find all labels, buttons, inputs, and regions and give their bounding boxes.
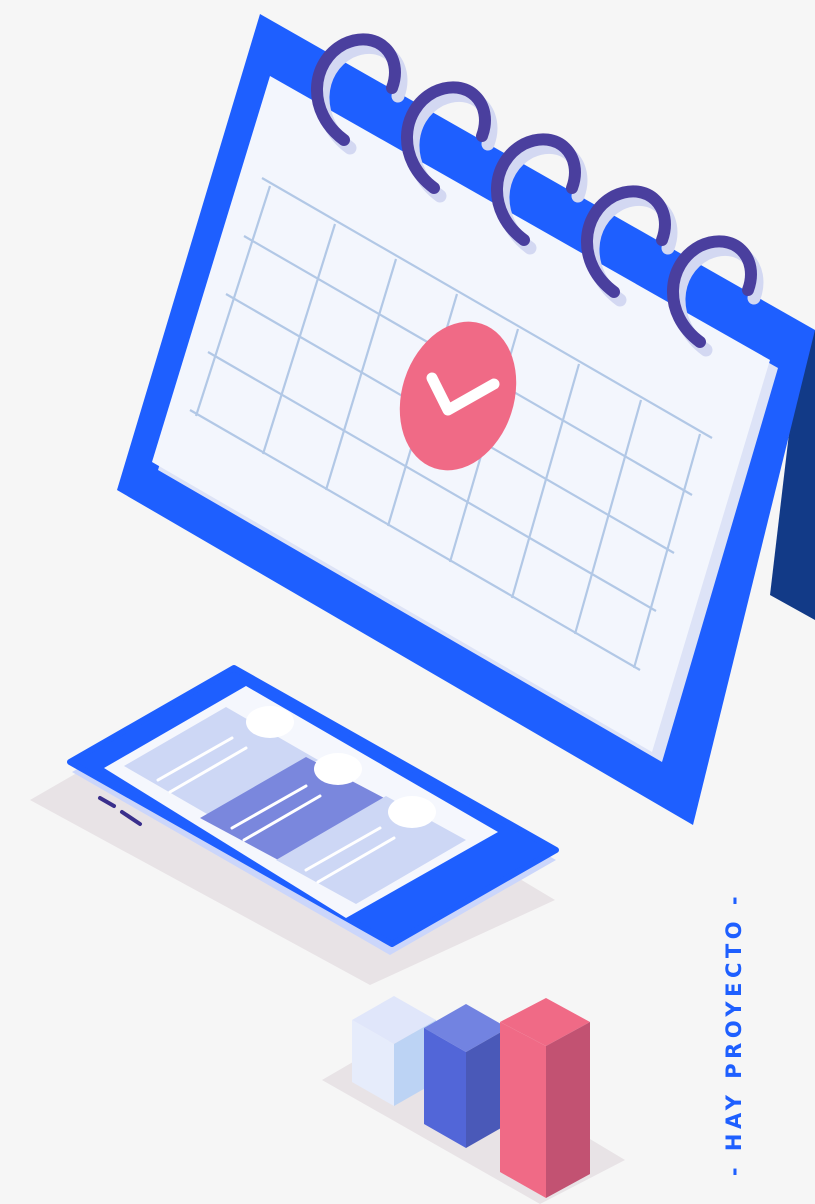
vertical-tagline: - HAY PROYECTO - (722, 891, 746, 1177)
bar-chart-icon (322, 996, 625, 1204)
illustration (30, 14, 815, 1204)
smartphone-icon (30, 665, 559, 985)
chart-bar-2 (424, 1004, 508, 1148)
chart-bar-3 (500, 998, 590, 1198)
